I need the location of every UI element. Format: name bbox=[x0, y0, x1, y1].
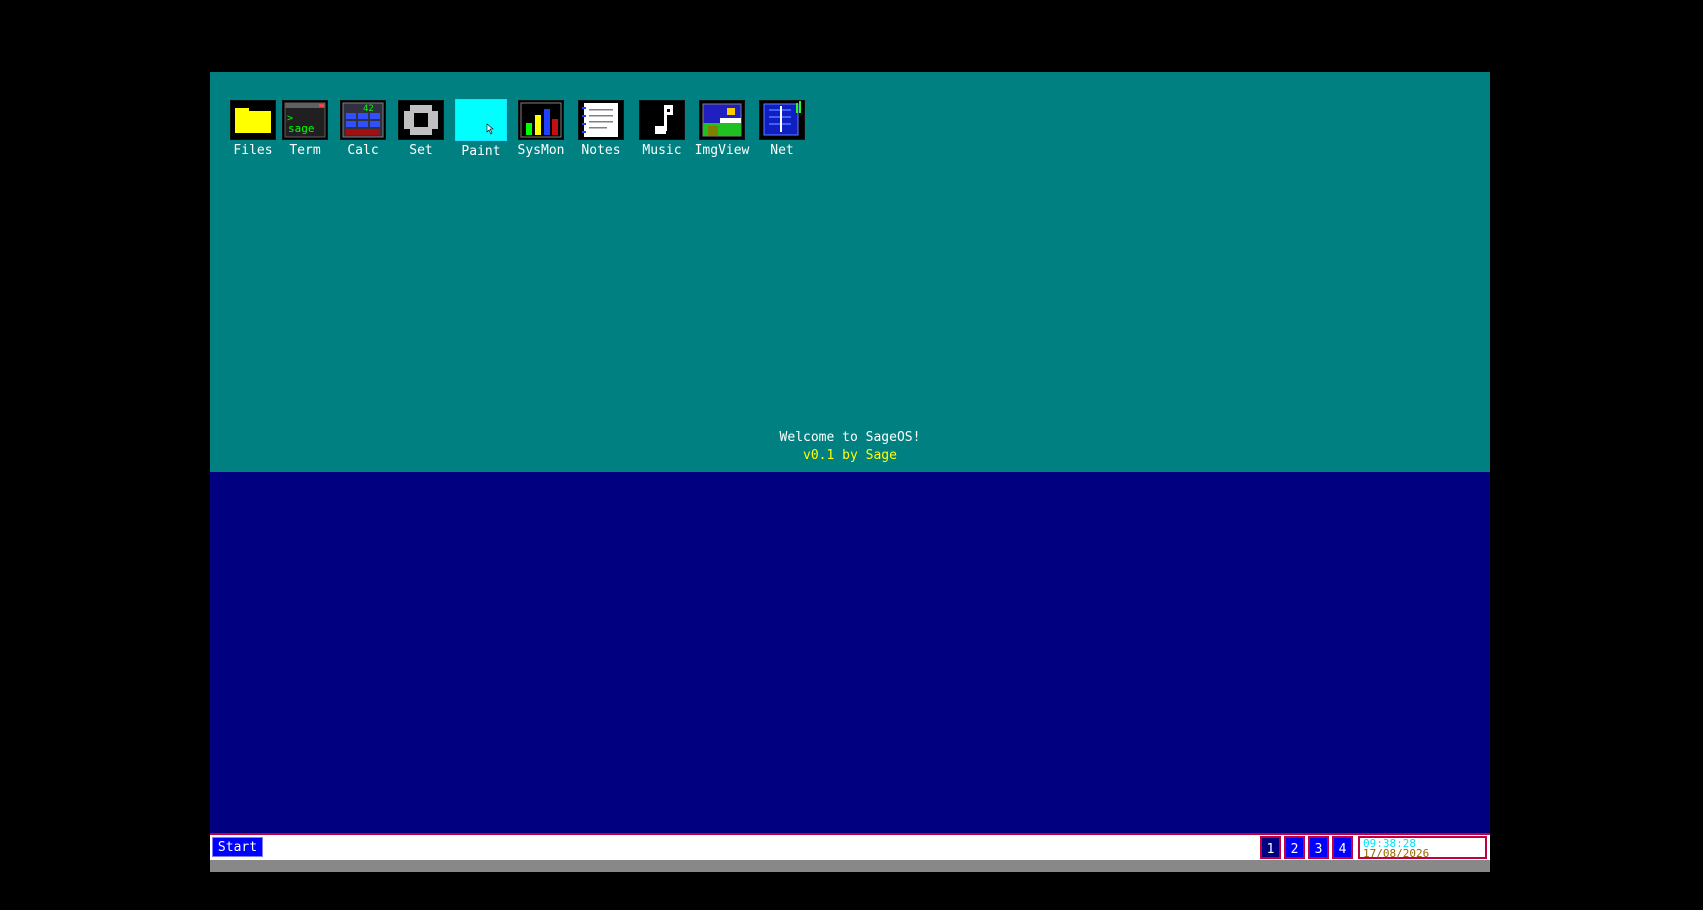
desktop: Files > sage Term 42 Calc Set Paint SysM… bbox=[210, 72, 1490, 472]
desktop-icon-notes[interactable]: Notes bbox=[572, 100, 630, 158]
desktop-icon-net[interactable]: Net bbox=[753, 100, 811, 158]
folder-icon bbox=[230, 100, 276, 140]
gear-icon bbox=[398, 100, 444, 140]
desktop-icon-label: SysMon bbox=[517, 143, 565, 158]
network-icon bbox=[759, 100, 805, 140]
desktop-icon-label: ImgView bbox=[694, 143, 750, 158]
desktop-icon-label: Calc bbox=[347, 143, 379, 158]
desktop-icon-label: Music bbox=[642, 143, 682, 158]
svg-text:42: 42 bbox=[363, 104, 374, 114]
version-credit: v0.1 by Sage bbox=[803, 448, 897, 463]
desktop-icon-music[interactable]: Music bbox=[633, 100, 691, 158]
desktop-icon-term[interactable]: > sage Term bbox=[276, 100, 334, 158]
desktop-icon-sysmon[interactable]: SysMon bbox=[512, 100, 570, 158]
start-button[interactable]: Start bbox=[212, 837, 263, 857]
clock: 09:38:28 17/08/2026 bbox=[1358, 836, 1487, 859]
clock-date: 17/08/2026 bbox=[1363, 847, 1430, 860]
os-screen: Files > sage Term 42 Calc Set Paint SysM… bbox=[210, 72, 1490, 872]
paint-icon bbox=[455, 99, 507, 141]
desktop-icon-label: Notes bbox=[581, 143, 621, 158]
terminal-icon: > sage bbox=[282, 100, 328, 140]
desktop-icon-calc[interactable]: 42 Calc bbox=[334, 100, 392, 158]
desktop-icon-label: Term bbox=[289, 143, 321, 158]
desktop-icon-imgview[interactable]: ImgView bbox=[693, 100, 751, 158]
desktop-icon-label: Paint bbox=[461, 144, 501, 159]
desktop-icon-label: Net bbox=[770, 143, 794, 158]
notepad-icon bbox=[578, 100, 624, 140]
taskbar: Start 1 2 3 4 09:38:28 17/08/2026 bbox=[210, 833, 1490, 860]
desktop-icon-set[interactable]: Set bbox=[392, 100, 450, 158]
svg-text:sage: sage bbox=[288, 122, 315, 135]
desktop-icon-paint[interactable]: Paint bbox=[452, 99, 510, 159]
screen-bottom-border bbox=[210, 860, 1490, 872]
desktop-icon-files[interactable]: Files bbox=[224, 100, 282, 158]
bar-chart-icon bbox=[518, 100, 564, 140]
welcome-message: Welcome to SageOS! bbox=[779, 430, 921, 445]
workspace-button-2[interactable]: 2 bbox=[1284, 836, 1305, 859]
workspace-button-3[interactable]: 3 bbox=[1308, 836, 1329, 859]
workspace-button-4[interactable]: 4 bbox=[1332, 836, 1353, 859]
workspace-button-1[interactable]: 1 bbox=[1260, 836, 1281, 859]
music-note-icon bbox=[639, 100, 685, 140]
desktop-icon-label: Files bbox=[233, 143, 273, 158]
calculator-icon: 42 bbox=[340, 100, 386, 140]
image-icon bbox=[699, 100, 745, 140]
desktop-icon-label: Set bbox=[409, 143, 433, 158]
